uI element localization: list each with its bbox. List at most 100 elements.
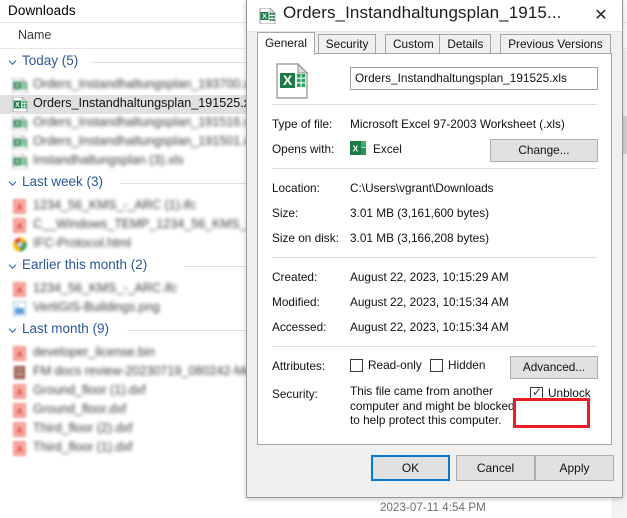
svg-text:A: A xyxy=(17,222,23,231)
file-name-label: Orders_Instandhaltungsplan_191525.xls xyxy=(33,96,260,110)
ok-button[interactable]: OK xyxy=(371,455,450,481)
filename-value: Orders_Instandhaltungsplan_191525.xls xyxy=(355,71,567,85)
security-note-text: This file came from another computer and… xyxy=(350,384,515,427)
doc-icon xyxy=(12,365,28,380)
svg-text:X: X xyxy=(15,140,20,147)
label-size-on-disk: Size on disk: xyxy=(272,231,339,245)
readonly-checkbox[interactable] xyxy=(350,359,363,372)
file-name-label: Ground_floor (1).dxf xyxy=(33,383,146,397)
label-type-of-file: Type of file: xyxy=(272,117,333,131)
label-created: Created: xyxy=(272,270,318,284)
file-group-label: Last week (3) xyxy=(22,174,104,189)
value-size-on-disk: 3.01 MB (3,166,208 bytes) xyxy=(350,231,490,245)
svg-text:A: A xyxy=(17,388,23,397)
file-group-label: Today (5) xyxy=(22,53,79,68)
value-created: August 22, 2023, 10:15:29 AM xyxy=(350,270,509,284)
pdf-icon: A xyxy=(12,384,28,399)
bin-icon: A xyxy=(12,346,28,361)
svg-text:X: X xyxy=(15,159,20,166)
png-icon xyxy=(12,301,28,316)
file-name-label: IFC-Protocol.html xyxy=(33,236,131,250)
file-name-label: Third_floor (2).dxf xyxy=(33,421,133,435)
xls-file-icon: X xyxy=(259,7,276,25)
label-modified: Modified: xyxy=(272,295,320,309)
svg-text:X: X xyxy=(15,83,20,90)
unblock-highlight-box xyxy=(513,398,590,428)
chrome-icon xyxy=(12,237,28,252)
chevron-down-icon[interactable] xyxy=(8,262,17,271)
value-location: C:\Users\vgrant\Downloads xyxy=(350,181,494,195)
dialog-button-row: OK Cancel Apply xyxy=(247,455,622,485)
file-name-label: Instandhaltungsplan (3).xls xyxy=(33,153,184,167)
general-tab-panel: X Orders_Instandhaltungsplan_191525.xls … xyxy=(257,53,612,445)
tab-general[interactable]: General xyxy=(257,32,315,55)
svg-text:A: A xyxy=(17,203,23,212)
hidden-label: Hidden xyxy=(448,358,486,372)
excel-app-icon: X xyxy=(350,140,367,156)
xls-icon: X xyxy=(12,134,28,151)
xls-icon: X xyxy=(12,96,28,113)
label-attributes: Attributes: xyxy=(272,359,326,373)
xls-icon: X xyxy=(12,115,28,132)
apply-button[interactable]: Apply xyxy=(535,455,614,481)
explorer-status-text: 2023-07-11 4:54 PM xyxy=(380,502,486,514)
chevron-down-icon[interactable] xyxy=(8,179,17,188)
file-name-label: 1234_56_KMS_-_ARC (1).ifc xyxy=(33,198,197,212)
chevron-down-icon[interactable] xyxy=(8,326,17,335)
label-opens-with: Opens with: xyxy=(272,142,335,156)
svg-text:X: X xyxy=(283,72,293,88)
svg-text:X: X xyxy=(353,144,359,154)
filename-input[interactable]: Orders_Instandhaltungsplan_191525.xls xyxy=(350,67,598,90)
value-opens-with: Excel xyxy=(373,142,402,156)
svg-text:X: X xyxy=(15,102,20,109)
svg-text:A: A xyxy=(17,426,23,435)
file-group-label: Earlier this month (2) xyxy=(22,257,148,272)
chevron-down-icon[interactable] xyxy=(8,58,17,67)
divider-2 xyxy=(272,168,597,169)
dialog-title-bar[interactable]: X Orders_Instandhaltungsplan_1915... ✕ xyxy=(247,0,622,32)
file-name-label: developer_license.bin xyxy=(33,345,155,359)
svg-text:A: A xyxy=(17,350,23,359)
tab-security[interactable]: Security xyxy=(317,34,377,54)
divider-1 xyxy=(272,104,597,105)
dialog-tabstrip[interactable]: General Security Custom Details Previous Ver… xyxy=(247,32,622,55)
svg-text:A: A xyxy=(17,407,23,416)
file-name-label: Third_floor (1).dxf xyxy=(33,440,133,454)
advanced-button[interactable]: Advanced... xyxy=(510,356,598,379)
label-location: Location: xyxy=(272,181,320,195)
explorer-folder-title: Downloads xyxy=(8,3,76,18)
label-security: Security: xyxy=(272,387,318,401)
screen: Downloads Name Today (5) X Orders_Instandh… xyxy=(0,0,627,518)
tab-previous-versions[interactable]: Previous Versions xyxy=(500,34,611,54)
file-group-label: Last month (9) xyxy=(22,321,110,336)
tab-details[interactable]: Details xyxy=(439,34,492,54)
hidden-checkbox[interactable] xyxy=(430,359,443,372)
svg-text:A: A xyxy=(17,286,23,295)
file-name-label: VertiGIS-Buildings.png xyxy=(33,300,160,314)
readonly-label: Read-only xyxy=(368,358,422,372)
pdf-icon: A xyxy=(12,403,28,418)
tab-custom[interactable]: Custom xyxy=(385,34,442,54)
svg-text:A: A xyxy=(17,445,23,454)
file-name-label: Ground_floor.dxf xyxy=(33,402,127,416)
xls-file-icon-large: X xyxy=(276,62,309,99)
pdf-icon: A xyxy=(12,422,28,437)
file-name-label: Orders_Instandhaltungsplan_191516.xls xyxy=(33,115,260,129)
xls-icon: X xyxy=(12,77,28,94)
value-type-of-file: Microsoft Excel 97-2003 Worksheet (.xls) xyxy=(350,117,565,131)
value-accessed: August 22, 2023, 10:15:34 AM xyxy=(350,320,509,334)
file-name-label: Orders_Instandhaltungsplan_193700.xls xyxy=(33,77,260,91)
divider-3 xyxy=(272,257,597,258)
pdf-icon: A xyxy=(12,218,28,233)
xls-icon: X xyxy=(12,153,28,170)
close-icon[interactable]: ✕ xyxy=(586,4,616,28)
file-name-label: 1234_56_KMS_-_ARC.ifc xyxy=(33,281,178,295)
dialog-title: Orders_Instandhaltungsplan_1915... xyxy=(283,3,562,22)
column-header-name[interactable]: Name xyxy=(18,28,51,42)
divider-4 xyxy=(272,346,597,347)
change-button[interactable]: Change... xyxy=(490,139,598,162)
file-name-label: Orders_Instandhaltungsplan_191501.xls xyxy=(33,134,260,148)
pdf-icon: A xyxy=(12,199,28,214)
cancel-button[interactable]: Cancel xyxy=(456,455,535,481)
label-size: Size: xyxy=(272,206,299,220)
